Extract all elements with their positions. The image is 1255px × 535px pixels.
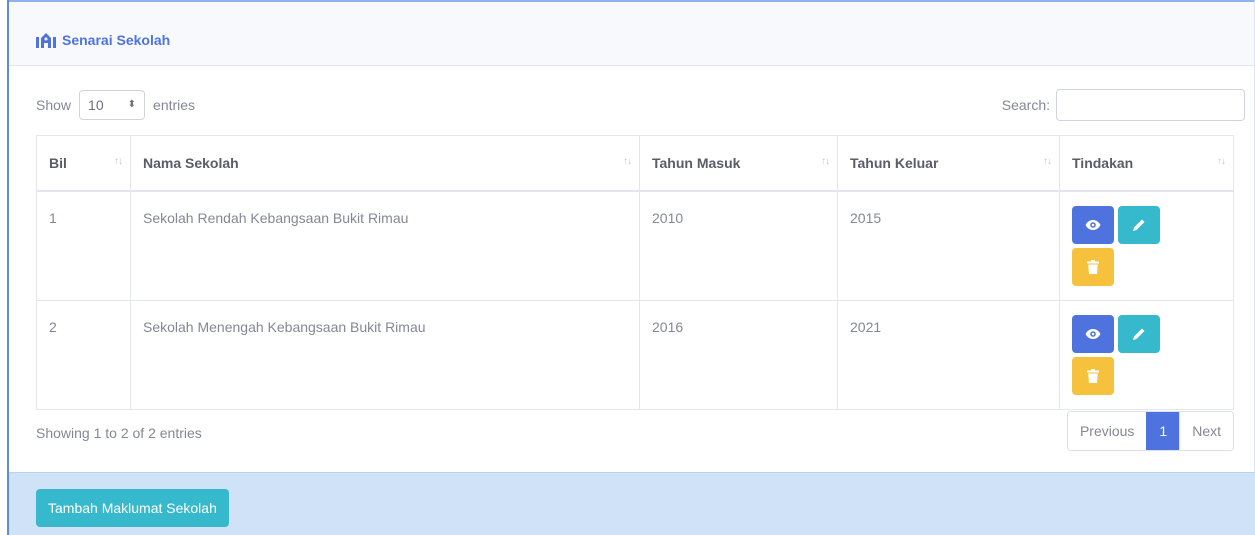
view-button[interactable] <box>1072 205 1114 244</box>
entries-label: entries <box>153 97 196 113</box>
pencil-icon <box>1133 219 1145 231</box>
cell-tahun-keluar: 2015 <box>837 190 1060 301</box>
page-title: Senarai Sekolah <box>62 32 171 48</box>
cell-tindakan <box>1059 299 1234 410</box>
column-header-bil[interactable]: Bil ↑↓ <box>36 135 131 192</box>
edit-button[interactable] <box>1118 205 1160 244</box>
trash-icon <box>1087 368 1099 383</box>
school-table: Bil ↑↓ Nama Sekolah ↑↓ Tahun Masuk ↑↓ Tahun… <box>36 135 1234 410</box>
table-controls: Show 10 ⬍ entries Search: <box>36 88 1245 122</box>
table-header-row: Bil ↑↓ Nama Sekolah ↑↓ Tahun Masuk ↑↓ Tahun… <box>36 135 1234 192</box>
sort-icon: ↑↓ <box>821 156 830 167</box>
cell-bil: 2 <box>36 299 131 410</box>
view-button[interactable] <box>1072 314 1114 353</box>
cell-tahun-masuk: 2010 <box>639 190 838 301</box>
card-header: Senarai Sekolah <box>9 2 1254 66</box>
trash-icon <box>1087 259 1099 274</box>
cell-nama-sekolah: Sekolah Menengah Kebangsaan Bukit Rimau <box>130 299 640 410</box>
page-length-value: 10 <box>88 97 104 113</box>
column-header-tindakan[interactable]: Tindakan ↑↓ <box>1059 135 1234 192</box>
column-header-tahun-keluar[interactable]: Tahun Keluar ↑↓ <box>837 135 1060 192</box>
delete-button[interactable] <box>1072 247 1114 286</box>
column-header-tahun-masuk[interactable]: Tahun Masuk ↑↓ <box>639 135 838 192</box>
school-icon <box>36 32 56 48</box>
table-row: 1 Sekolah Rendah Kebangsaan Bukit Rimau … <box>36 190 1234 301</box>
search-input[interactable] <box>1056 89 1245 121</box>
table-info: Showing 1 to 2 of 2 entries <box>36 425 202 441</box>
pagination: Previous 1 Next <box>1066 411 1234 451</box>
show-label: Show <box>36 97 72 113</box>
card-title: Senarai Sekolah <box>36 32 170 48</box>
page-1-button[interactable]: 1 <box>1146 412 1180 450</box>
table-footer: Showing 1 to 2 of 2 entries Previous 1 N… <box>36 411 1234 451</box>
sort-icon: ↑↓ <box>1217 156 1226 167</box>
table-row: 2 Sekolah Menengah Kebangsaan Bukit Rima… <box>36 299 1234 410</box>
sort-icon: ↑↓ <box>623 156 632 167</box>
cell-nama-sekolah: Sekolah Rendah Kebangsaan Bukit Rimau <box>130 190 640 301</box>
eye-icon <box>1085 328 1101 339</box>
search-label: Search: <box>1001 97 1050 113</box>
eye-icon <box>1085 219 1101 230</box>
column-header-nama-sekolah[interactable]: Nama Sekolah ↑↓ <box>130 135 640 192</box>
previous-button[interactable]: Previous <box>1067 412 1147 450</box>
add-school-button[interactable]: Tambah Maklumat Sekolah <box>36 489 229 527</box>
cell-tahun-masuk: 2016 <box>639 299 838 410</box>
search-control: Search: <box>1002 88 1245 122</box>
cell-tindakan <box>1059 190 1234 301</box>
sort-icon: ↑↓ <box>114 156 123 167</box>
page-length-control: Show 10 ⬍ entries <box>36 88 195 122</box>
page-length-select[interactable]: 10 ⬍ <box>79 90 146 120</box>
updown-icon: ⬍ <box>127 99 137 110</box>
sort-icon: ↑↓ <box>1043 156 1052 167</box>
card-footer: Tambah Maklumat Sekolah <box>9 472 1255 535</box>
delete-button[interactable] <box>1072 356 1114 395</box>
cell-bil: 1 <box>36 190 131 301</box>
school-list-card: Senarai Sekolah Show 10 ⬍ entries Search… <box>9 0 1255 535</box>
cell-tahun-keluar: 2021 <box>837 299 1060 410</box>
next-button[interactable]: Next <box>1179 412 1233 450</box>
edit-button[interactable] <box>1118 314 1160 353</box>
pencil-icon <box>1133 328 1145 340</box>
